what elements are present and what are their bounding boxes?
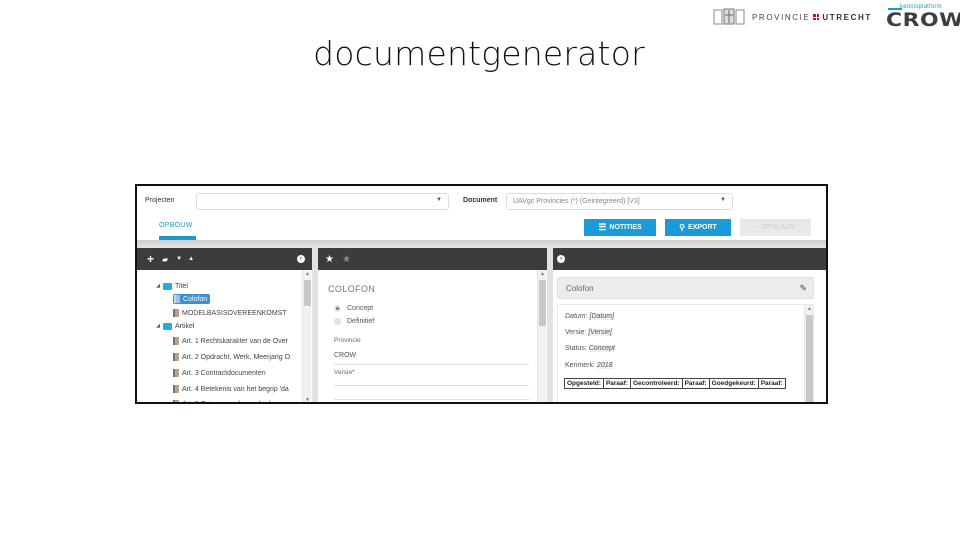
crow-wordmark: CROW — [886, 9, 960, 31]
expand-right-icon[interactable]: › — [557, 255, 565, 263]
signature-cell: Paraaf: — [757, 378, 786, 389]
move-down-icon[interactable]: ▼ — [176, 256, 182, 262]
folder-edit-icon[interactable]: ▰ — [162, 255, 168, 264]
preview-panel: Colofon ✎ Datum: [Datum] Versie: [Versie… — [553, 270, 826, 402]
scroll-up-icon[interactable]: ▲ — [805, 306, 814, 312]
versie-input[interactable] — [334, 385, 529, 386]
scrollbar-thumb[interactable] — [806, 315, 813, 402]
scroll-down-icon[interactable]: ▼ — [303, 397, 312, 402]
projecten-label: Projecten — [145, 197, 175, 204]
utrecht-text: UTRECHT — [822, 12, 872, 22]
signature-cell: Paraaf: — [602, 378, 632, 389]
colofon-form: COLOFON Concept Definitief Provincie CRO… — [318, 270, 547, 402]
document-select[interactable]: UAVgc Provincies (*) (Geintegreerd) [V3]… — [506, 193, 733, 210]
versie-label: Versie* — [334, 369, 355, 376]
tree-item[interactable]: Art. 2 Opdracht, Werk, Meerjarig O — [173, 351, 290, 363]
form-panel-header: ★ ★ — [318, 248, 547, 270]
tree-panel-header: + ▰ ▼ ▲ ‹ — [137, 248, 312, 270]
add-icon[interactable]: + — [147, 252, 154, 266]
document-icon — [173, 309, 179, 317]
preview-header: Colofon ✎ — [557, 277, 814, 299]
provincie-text: PROVINCIE — [752, 12, 811, 22]
move-up-icon[interactable]: ▲ — [188, 256, 194, 262]
scroll-up-icon[interactable]: ▲ — [303, 271, 312, 277]
projecten-select[interactable]: ▼ — [196, 193, 449, 210]
signature-cell: Paraaf: — [681, 378, 710, 389]
collapse-left-icon[interactable]: ‹ — [297, 255, 305, 263]
expand-toggle-icon[interactable]: ◢ — [153, 283, 163, 289]
signature-cell: Opgesteld: — [564, 378, 604, 389]
provincie-separator-icon — [813, 14, 820, 20]
export-button[interactable]: ⚲ EXPORT — [665, 219, 731, 236]
tree-item-artikel[interactable]: ◢ Artikel — [153, 320, 194, 332]
scrollbar-thumb[interactable] — [304, 280, 311, 306]
save-icon: ▪ — [756, 224, 759, 231]
folder-icon — [163, 282, 172, 290]
preview-line-status: Status: Concept — [565, 345, 615, 352]
tree-item[interactable]: MODELBASISOVEREENKOMST — [173, 307, 287, 319]
radio-definitief[interactable]: Definitief — [334, 318, 374, 325]
provincie-utrecht-logo: PROVINCIE UTRECHT — [712, 6, 872, 28]
preview-panel-header: › — [553, 248, 826, 270]
document-icon — [173, 353, 179, 361]
crow-logo: kennisplatform CROW — [884, 4, 960, 31]
document-label: Document — [463, 197, 498, 204]
chevron-down-icon: ▼ — [436, 197, 442, 203]
provincie-input[interactable]: CROW — [334, 352, 356, 359]
tree-item-colofon[interactable]: Colofon — [173, 293, 211, 305]
tree-item[interactable]: Art. 3 Contractdocumenten — [173, 367, 266, 379]
document-icon — [173, 400, 179, 402]
signature-cell: Gecontroleerd: — [630, 378, 683, 389]
toolbar-divider — [137, 240, 826, 248]
toolbar: Projecten ▼ Document UAVgc Provincies (*… — [137, 186, 826, 218]
search-icon: ⚲ — [679, 223, 686, 232]
star-edit-icon[interactable]: ★ — [342, 254, 351, 265]
form-title: COLOFON — [328, 284, 376, 294]
form-scrollbar[interactable]: ▲ — [537, 270, 547, 402]
signature-cell: Goedgekeurd: — [708, 378, 759, 389]
signature-table: Opgesteld: Paraaf: Gecontroleerd: Paraaf… — [564, 378, 786, 389]
star-icon[interactable]: ★ — [325, 254, 334, 265]
folder-icon — [163, 322, 172, 330]
radio-checked-icon[interactable] — [334, 305, 341, 312]
expand-toggle-icon[interactable]: ◢ — [153, 323, 163, 329]
scroll-up-icon[interactable]: ▲ — [538, 271, 547, 277]
preview-scrollbar[interactable]: ▲ — [804, 305, 814, 402]
crest-icon — [712, 7, 746, 27]
scrollbar-thumb[interactable] — [539, 280, 546, 326]
chevron-down-icon: ▼ — [720, 197, 726, 203]
document-tree: ◢ Titel Colofon MODELBASISOVEREENKOMST ◢… — [137, 270, 312, 402]
edit-pencil-icon[interactable]: ✎ — [799, 283, 807, 294]
document-icon — [174, 295, 180, 303]
app-screenshot: Projecten ▼ Document UAVgc Provincies (*… — [135, 184, 828, 404]
tree-item[interactable]: Art. 1 Rechtskarakter van de Over — [173, 335, 288, 347]
document-select-value: UAVgc Provincies (*) (Geintegreerd) [V3] — [513, 198, 640, 205]
radio-concept[interactable]: Concept — [334, 305, 373, 312]
tree-item[interactable]: Art. 5 Ontwerpwerkzaamheden — [173, 398, 279, 402]
input-underline — [334, 399, 529, 400]
tab-opbouw[interactable]: OPBOUW — [159, 222, 193, 229]
document-icon — [173, 337, 179, 345]
document-icon — [173, 385, 179, 393]
tree-item[interactable]: Art. 4 Betekenis van het begrip 'da — [173, 383, 289, 395]
provincie-label: Provincie — [334, 337, 361, 344]
preview-line-kenmerk: Kenmerk: 2018 — [565, 362, 613, 369]
radio-unchecked-icon[interactable] — [334, 318, 341, 325]
input-underline — [334, 364, 529, 365]
notities-button[interactable]: ☰ NOTITIES — [584, 219, 656, 236]
slide-title: documentgenerator — [313, 34, 645, 73]
preview-line-versie: Versie: [Versie] — [565, 329, 612, 336]
preview-body: Datum: [Datum] Versie: [Versie] Status: … — [557, 304, 814, 402]
document-icon — [173, 369, 179, 377]
tree-scrollbar[interactable]: ▲ ▼ — [302, 270, 312, 402]
list-icon: ☰ — [598, 222, 607, 232]
opslaan-button[interactable]: ▪ OPSLAAN — [740, 219, 811, 236]
tree-item-titel[interactable]: ◢ Titel — [153, 280, 188, 292]
preview-line-datum: Datum: [Datum] — [565, 313, 615, 320]
